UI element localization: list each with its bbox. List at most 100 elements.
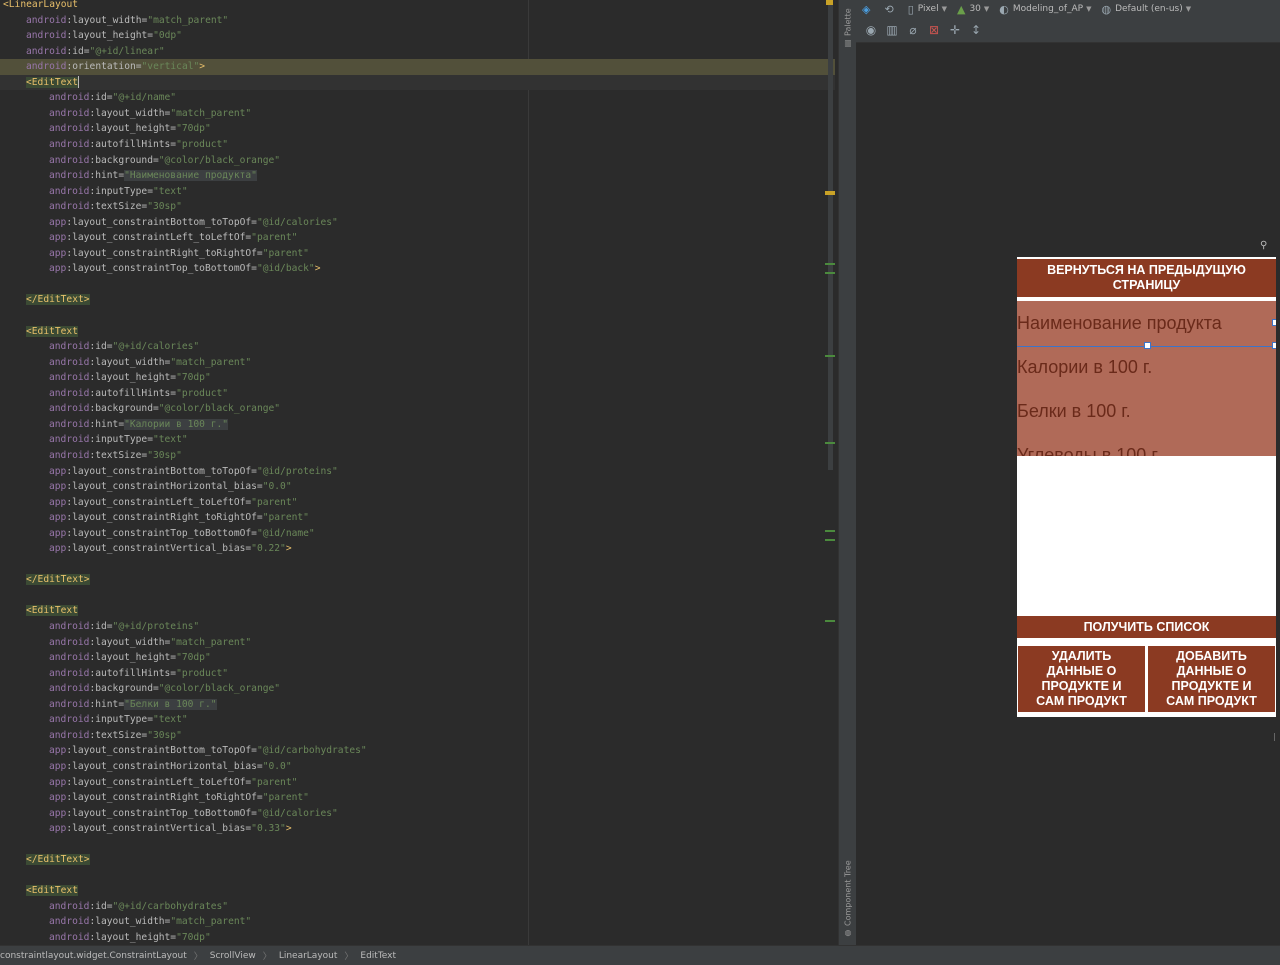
code-line[interactable]: </EditText>	[0, 292, 835, 308]
locale-selector[interactable]: ◍ Default (en-us) ▼	[1101, 3, 1191, 16]
change-marker[interactable]	[825, 263, 835, 265]
calories-field[interactable]: Калории в 100 г.	[1017, 357, 1152, 378]
layers-button[interactable]: ◈	[862, 3, 874, 16]
code-line[interactable]: android:layout_height="70dp"	[0, 121, 835, 137]
change-marker[interactable]	[825, 539, 835, 541]
breadcrumb-edit-text[interactable]: EditText	[360, 951, 396, 961]
component-tree-tab[interactable]: ◍ Component Tree	[839, 860, 857, 938]
change-marker[interactable]	[825, 442, 835, 444]
code-line[interactable]: app:layout_constraintLeft_toLeftOf="pare…	[0, 495, 835, 511]
code-line[interactable]: android:inputType="text"	[0, 184, 835, 200]
wrench-icon[interactable]: ⚲	[1260, 240, 1267, 251]
code-line[interactable]: android:layout_width="match_parent"	[0, 914, 835, 930]
code-line[interactable]: android:inputType="text"	[0, 712, 835, 728]
code-line[interactable]: android:layout_height="70dp"	[0, 930, 835, 945]
palette-tab[interactable]: ▤ Palette	[839, 8, 857, 48]
device-selector[interactable]: ▯ Pixel ▼	[908, 3, 947, 16]
code-line[interactable]: app:layout_constraintTop_toBottomOf="@id…	[0, 261, 835, 277]
theme-selector[interactable]: ◐ Modeling_of_AP ▼	[999, 3, 1091, 16]
code-line[interactable]: app:layout_constraintRight_toRightOf="pa…	[0, 510, 835, 526]
code-line[interactable]	[0, 588, 835, 604]
code-line[interactable]: android:layout_width="match_parent"	[0, 106, 835, 122]
breadcrumb-constraint-layout[interactable]: constraintlayout.widget.ConstraintLayout	[0, 951, 187, 961]
code-line[interactable]: android:id="@+id/proteins"	[0, 619, 835, 635]
blueprint-icon[interactable]: ▥	[886, 23, 898, 37]
code-line[interactable]: android:layout_height="70dp"	[0, 370, 835, 386]
get-list-button[interactable]: ПОЛУЧИТЬ СПИСОК	[1017, 616, 1276, 638]
code-line[interactable]: app:layout_constraintHorizontal_bias="0.…	[0, 479, 835, 495]
code-line[interactable]: android:hint="Белки в 100 г."	[0, 697, 835, 713]
code-line[interactable]: android:id="@+id/calories"	[0, 339, 835, 355]
api-level-selector[interactable]: ▲ 30 ▼	[957, 3, 989, 16]
code-line[interactable]: app:layout_constraintTop_toBottomOf="@id…	[0, 806, 835, 822]
code-line[interactable]: android:autofillHints="product"	[0, 386, 835, 402]
code-line[interactable]	[0, 277, 835, 293]
code-line[interactable]: android:layout_width="match_parent"	[0, 355, 835, 371]
code-line[interactable]: app:layout_constraintVertical_bias="0.22…	[0, 541, 835, 557]
view-options-icon[interactable]: ◉	[865, 23, 877, 37]
code-line[interactable]: <LinearLayout	[0, 0, 835, 13]
code-line[interactable]: android:id="@+id/linear"	[0, 44, 835, 60]
pack-horizontal-icon[interactable]: ✛	[949, 23, 961, 37]
code-line[interactable]: android:layout_height="70dp"	[0, 650, 835, 666]
code-line[interactable]	[0, 557, 835, 573]
code-line[interactable]: android:background="@color/black_orange"	[0, 153, 835, 169]
resize-handle[interactable]	[1272, 342, 1276, 349]
breadcrumb-scroll-view[interactable]: ScrollView	[210, 951, 256, 961]
code-line[interactable]: app:layout_constraintBottom_toTopOf="@id…	[0, 464, 835, 480]
expand-vertical-icon[interactable]: ↕	[970, 23, 982, 37]
code-line[interactable]: android:autofillHints="product"	[0, 137, 835, 153]
editor-scrollbar-thumb[interactable]	[828, 0, 833, 470]
xml-code-editor[interactable]: <LinearLayout android:layout_width="match…	[0, 0, 835, 945]
code-line[interactable]: android:textSize="30sp"	[0, 728, 835, 744]
proteins-field[interactable]: Белки в 100 г.	[1017, 401, 1131, 422]
code-line[interactable]: android:id="@+id/carbohydrates"	[0, 899, 835, 915]
code-line[interactable]: app:layout_constraintRight_toRightOf="pa…	[0, 246, 835, 262]
code-line[interactable]: <EditText	[0, 883, 835, 899]
breadcrumb-linear-layout[interactable]: LinearLayout	[279, 951, 338, 961]
back-button[interactable]: ВЕРНУТЬСЯ НА ПРЕДЫДУЩУЮ СТРАНИЦУ	[1017, 259, 1276, 297]
code-line[interactable]: <EditText	[0, 603, 835, 619]
change-marker[interactable]	[825, 620, 835, 622]
code-line[interactable]: app:layout_constraintBottom_toTopOf="@id…	[0, 743, 835, 759]
code-line[interactable]: app:layout_constraintHorizontal_bias="0.…	[0, 759, 835, 775]
warning-marker[interactable]	[825, 191, 835, 195]
code-line[interactable]: app:layout_constraintLeft_toLeftOf="pare…	[0, 230, 835, 246]
change-marker[interactable]	[825, 355, 835, 357]
device-preview-screen[interactable]: ВЕРНУТЬСЯ НА ПРЕДЫДУЩУЮ СТРАНИЦУ Наимено…	[1017, 257, 1276, 717]
clear-constraints-icon[interactable]: ⊠	[928, 23, 940, 37]
code-line[interactable]: app:layout_constraintRight_toRightOf="pa…	[0, 790, 835, 806]
code-line[interactable]: </EditText>	[0, 572, 835, 588]
fields-scroll-area[interactable]: Наименование продукта Калории в 100 г. Б…	[1017, 301, 1276, 456]
carbohydrates-field[interactable]: Углеводы в 100 г.	[1017, 445, 1161, 456]
code-line[interactable]: android:id="@+id/name"	[0, 90, 835, 106]
resize-handle[interactable]	[1272, 319, 1276, 326]
code-line[interactable]: android:background="@color/black_orange"	[0, 681, 835, 697]
resize-handle[interactable]	[1144, 342, 1151, 349]
autoconnect-icon[interactable]: ⌀	[907, 23, 919, 37]
code-line[interactable]	[0, 308, 835, 324]
code-line[interactable]: android:textSize="30sp"	[0, 448, 835, 464]
add-product-button[interactable]: ДОБАВИТЬ ДАННЫЕ О ПРОДУКТЕ И САМ ПРОДУКТ	[1148, 646, 1275, 712]
code-line[interactable]: <EditText	[0, 74, 835, 91]
code-line[interactable]: app:layout_constraintBottom_toTopOf="@id…	[0, 215, 835, 231]
error-stripe[interactable]	[825, 0, 835, 945]
change-marker[interactable]	[825, 530, 835, 532]
code-line[interactable]: android:hint="Наименование продукта"	[0, 168, 835, 184]
code-line[interactable]: android:orientation="vertical">	[0, 59, 835, 75]
delete-product-button[interactable]: УДАЛИТЬ ДАННЫЕ О ПРОДУКТЕ И САМ ПРОДУКТ	[1018, 646, 1145, 712]
code-line[interactable]: android:layout_height="0dp"	[0, 28, 835, 44]
code-line[interactable]: android:textSize="30sp"	[0, 199, 835, 215]
code-line[interactable]: android:hint="Калории в 100 г."	[0, 417, 835, 433]
canvas-resize-handle[interactable]	[1274, 733, 1275, 741]
code-line[interactable]: android:layout_width="match_parent"	[0, 635, 835, 651]
warning-marker[interactable]	[826, 0, 833, 5]
code-line[interactable]: android:autofillHints="product"	[0, 666, 835, 682]
code-line[interactable]: </EditText>	[0, 852, 835, 868]
code-line[interactable]: android:layout_width="match_parent"	[0, 13, 835, 29]
orientation-button[interactable]: ⟲	[884, 3, 897, 16]
change-marker[interactable]	[825, 272, 835, 274]
code-line[interactable]	[0, 868, 835, 884]
code-line[interactable]: android:background="@color/black_orange"	[0, 401, 835, 417]
code-line[interactable]: app:layout_constraintVertical_bias="0.33…	[0, 821, 835, 837]
